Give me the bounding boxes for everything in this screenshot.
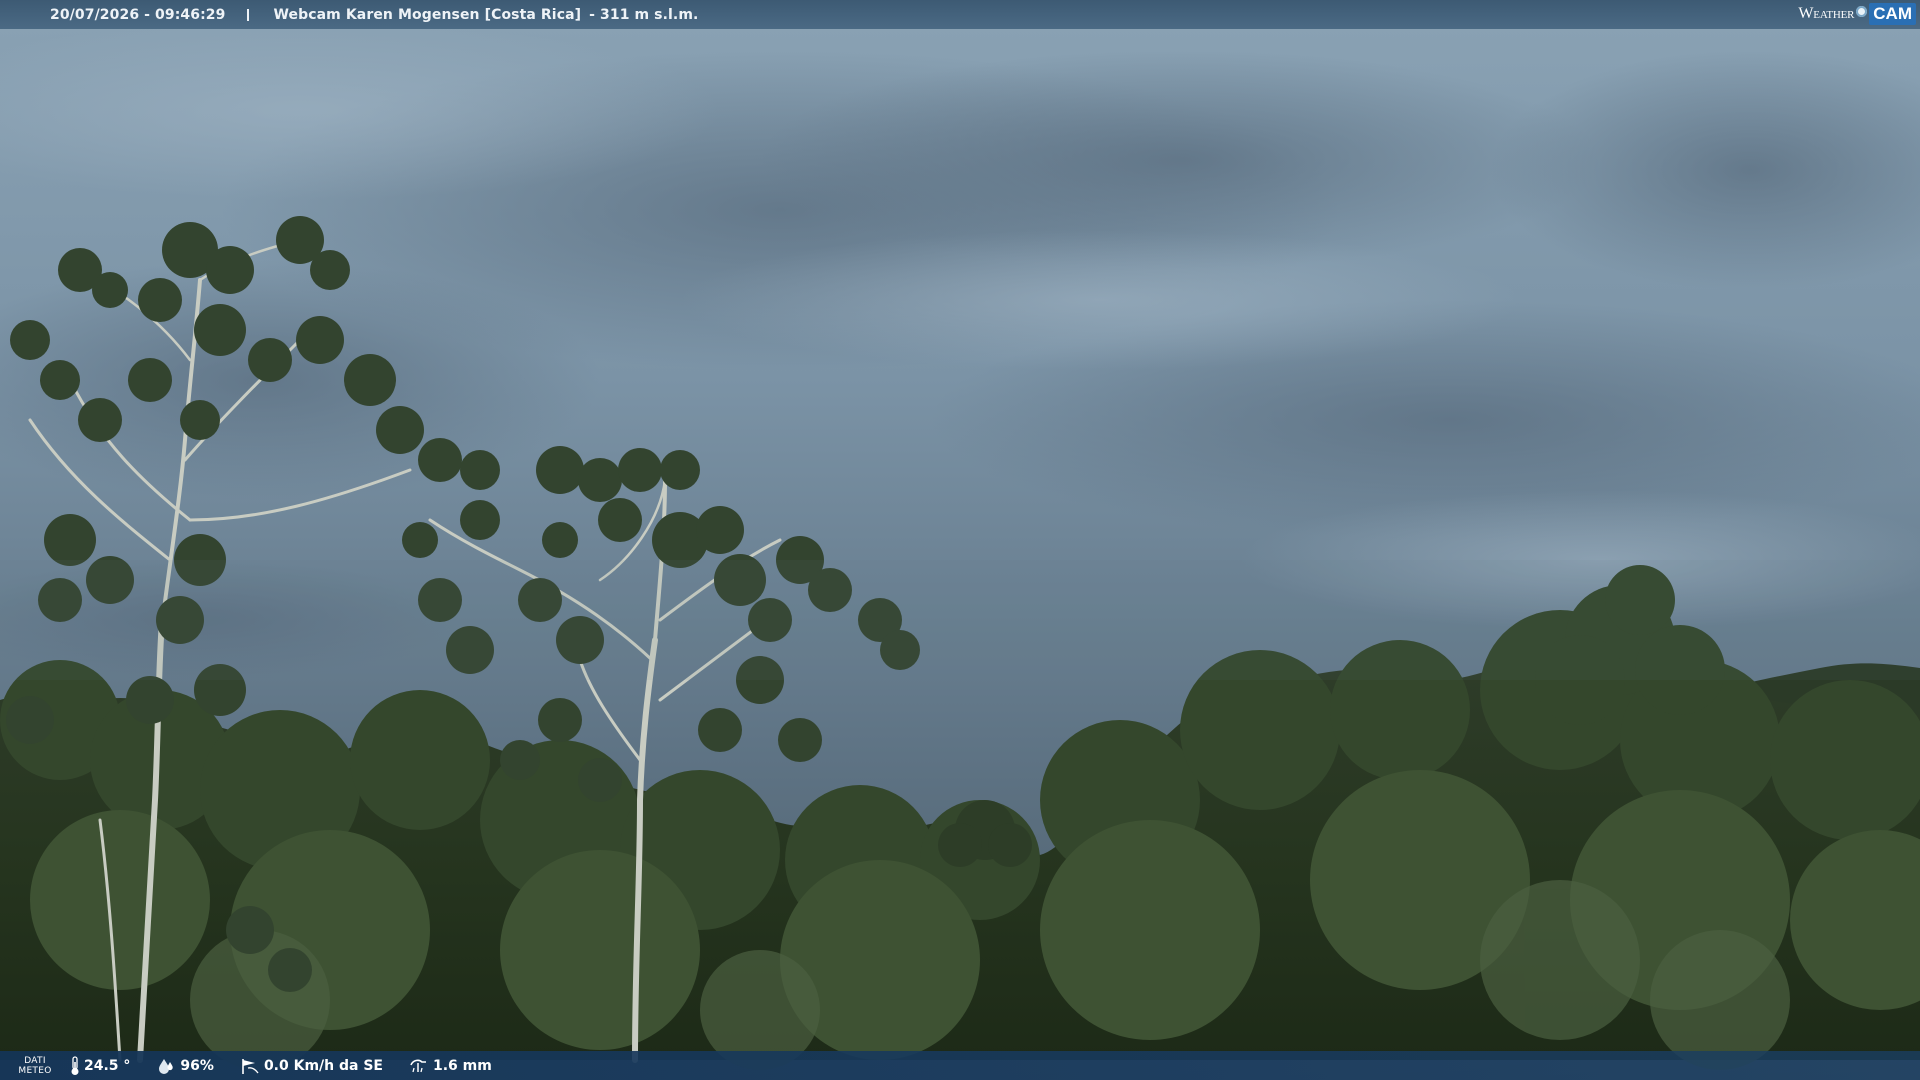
- rain-icon: [410, 1059, 426, 1072]
- weather-data-bar: DATI METEO 24.5 ° 96% 0.0 Km/h da SE 1.6…: [0, 1051, 1920, 1080]
- altitude: - 311 m s.l.m.: [589, 6, 699, 23]
- wind-reading: 0.0 Km/h da SE: [240, 1057, 383, 1075]
- dati-meteo-label: DATI METEO: [18, 1055, 52, 1076]
- webcam-viewport: 20/07/2026 - 09:46:29 Webcam Karen Mogen…: [0, 0, 1920, 1080]
- datetime: 20/07/2026 - 09:46:29: [50, 6, 226, 23]
- separator: [247, 8, 250, 21]
- thermometer-icon: [71, 1055, 79, 1075]
- wind-value: 0.0 Km/h da SE: [263, 1057, 383, 1074]
- webcam-image: [0, 0, 1920, 1080]
- logo-cam-text: CAM: [1869, 3, 1916, 25]
- logo-weather-text: Weather: [1798, 5, 1855, 22]
- humidity-drop-icon: [159, 1058, 174, 1074]
- humidity-reading: 96%: [156, 1057, 214, 1075]
- humidity-value: 96%: [180, 1057, 214, 1074]
- webcam-name: Webcam Karen Mogensen [Costa Rica]: [273, 6, 582, 23]
- rain-reading: 1.6 mm: [409, 1057, 492, 1075]
- temperature-value: 24.5 °: [84, 1057, 131, 1074]
- top-info-bar: 20/07/2026 - 09:46:29 Webcam Karen Mogen…: [0, 0, 1920, 29]
- rain-value: 1.6 mm: [433, 1057, 492, 1074]
- logo-dot-icon: [1856, 5, 1868, 17]
- weathercam-logo[interactable]: Weather CAM: [1798, 3, 1916, 25]
- temperature-reading: 24.5 °: [70, 1055, 131, 1076]
- wind-icon: [242, 1058, 259, 1074]
